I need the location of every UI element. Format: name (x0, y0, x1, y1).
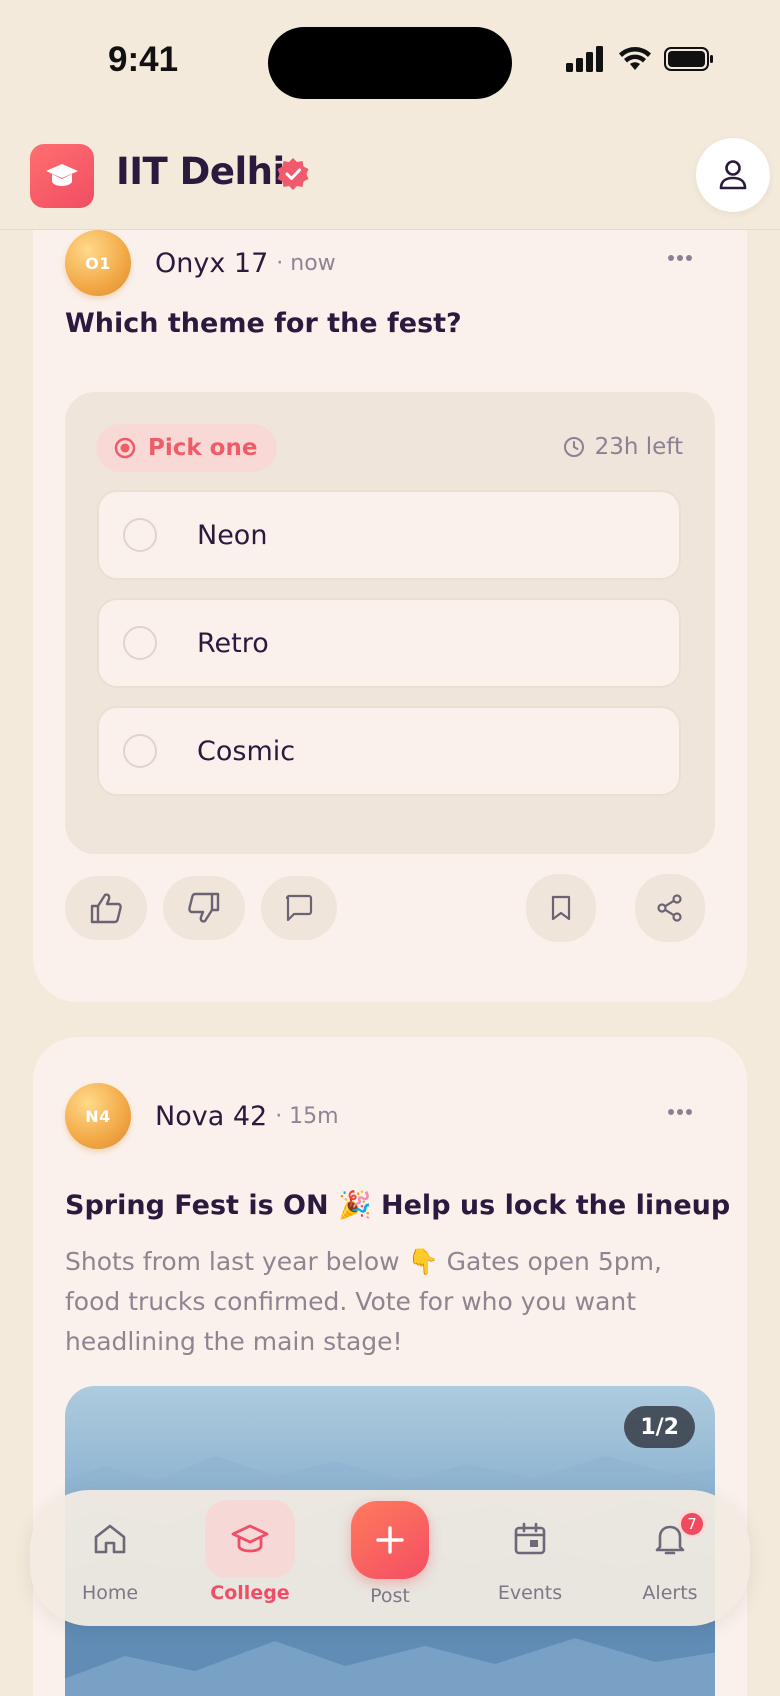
college-logo[interactable] (30, 144, 94, 208)
bookmark-button[interactable] (526, 874, 596, 942)
verified-badge-icon (277, 158, 309, 190)
nav-item-college[interactable]: College (200, 1500, 300, 1618)
avatar[interactable]: N4 (65, 1083, 131, 1149)
radio-dot-icon (114, 437, 136, 459)
poll: Pick one 23h left Neon Retro Cosmic (65, 392, 715, 854)
profile-button[interactable] (696, 138, 770, 212)
create-post-button[interactable] (351, 1501, 429, 1579)
option-label: Neon (197, 519, 268, 551)
option-radio[interactable] (123, 518, 157, 552)
option-radio[interactable] (123, 734, 157, 768)
dynamic-island (268, 27, 512, 99)
poll-type-badge: Pick one (96, 424, 278, 472)
poll-type-label: Pick one (148, 435, 258, 461)
status-icons (566, 46, 714, 72)
nav-label: College (210, 1582, 290, 1604)
author-name[interactable]: Nova 42 (155, 1101, 267, 1132)
signal-icon (566, 46, 603, 72)
like-button[interactable] (65, 876, 147, 940)
nav-label: Alerts (642, 1582, 698, 1604)
plus-icon (376, 1526, 404, 1554)
nav-label: Post (370, 1585, 410, 1607)
nav-item-post[interactable]: Post (340, 1500, 440, 1618)
author-name[interactable]: Onyx 17 (155, 248, 268, 279)
poll-option[interactable]: Cosmic (97, 706, 681, 796)
nav-item-events[interactable]: Events (480, 1500, 580, 1618)
post-author-row: N4 Nova 42 · 15m (65, 1083, 339, 1149)
more-options-icon[interactable] (667, 1108, 693, 1116)
comment-icon (285, 894, 313, 922)
post-title: Which theme for the fest? (65, 308, 462, 339)
bookmark-icon (551, 895, 571, 921)
poll-option[interactable]: Retro (97, 598, 681, 688)
thumbs-up-icon (90, 893, 122, 924)
clock-icon (563, 437, 584, 457)
status-time: 9:41 (108, 40, 179, 79)
bottom-nav: Home College Post Events 7 Alerts (30, 1490, 750, 1626)
post-title: Spring Fest is ON 🎉 Help us lock the lin… (65, 1190, 731, 1221)
poll-option[interactable]: Neon (97, 490, 681, 580)
image-counter: 1/2 (624, 1406, 695, 1448)
post-card: O1 Onyx 17 · now Which theme for the fes… (33, 180, 747, 1002)
dislike-button[interactable] (163, 876, 245, 940)
alerts-badge: 7 (678, 1510, 706, 1538)
poll-time-left: 23h left (563, 434, 683, 460)
post-author-row: O1 Onyx 17 · now (65, 230, 336, 296)
thumbs-down-icon (188, 892, 220, 923)
nav-item-home[interactable]: Home (60, 1500, 160, 1618)
college-name: IIT Delhi (116, 150, 285, 193)
nav-label: Events (497, 1582, 563, 1604)
graduation-cap-icon (46, 164, 78, 186)
home-icon (94, 1524, 126, 1554)
battery-icon (664, 47, 713, 71)
app-header: IIT Delhi (0, 130, 780, 230)
nav-label: Home (81, 1582, 139, 1604)
option-radio[interactable] (123, 626, 157, 660)
comment-button[interactable] (261, 876, 337, 940)
option-label: Cosmic (197, 735, 296, 767)
post-time: · now (276, 250, 336, 276)
graduation-cap-icon (231, 1524, 269, 1553)
user-icon (719, 160, 747, 190)
calendar-icon (514, 1522, 546, 1555)
nav-item-alerts[interactable]: 7 Alerts (620, 1500, 720, 1618)
poll-time-left-label: 23h left (594, 434, 683, 460)
option-label: Retro (197, 627, 269, 659)
post-body: Shots from last year below 👇 Gates open … (65, 1247, 662, 1356)
avatar[interactable]: O1 (65, 230, 131, 296)
post-time: · 15m (275, 1103, 339, 1129)
status-bar: 9:41 (0, 0, 780, 130)
share-button[interactable] (635, 874, 705, 942)
share-icon (657, 894, 682, 922)
wifi-icon (619, 47, 651, 70)
more-options-icon[interactable] (667, 254, 693, 262)
